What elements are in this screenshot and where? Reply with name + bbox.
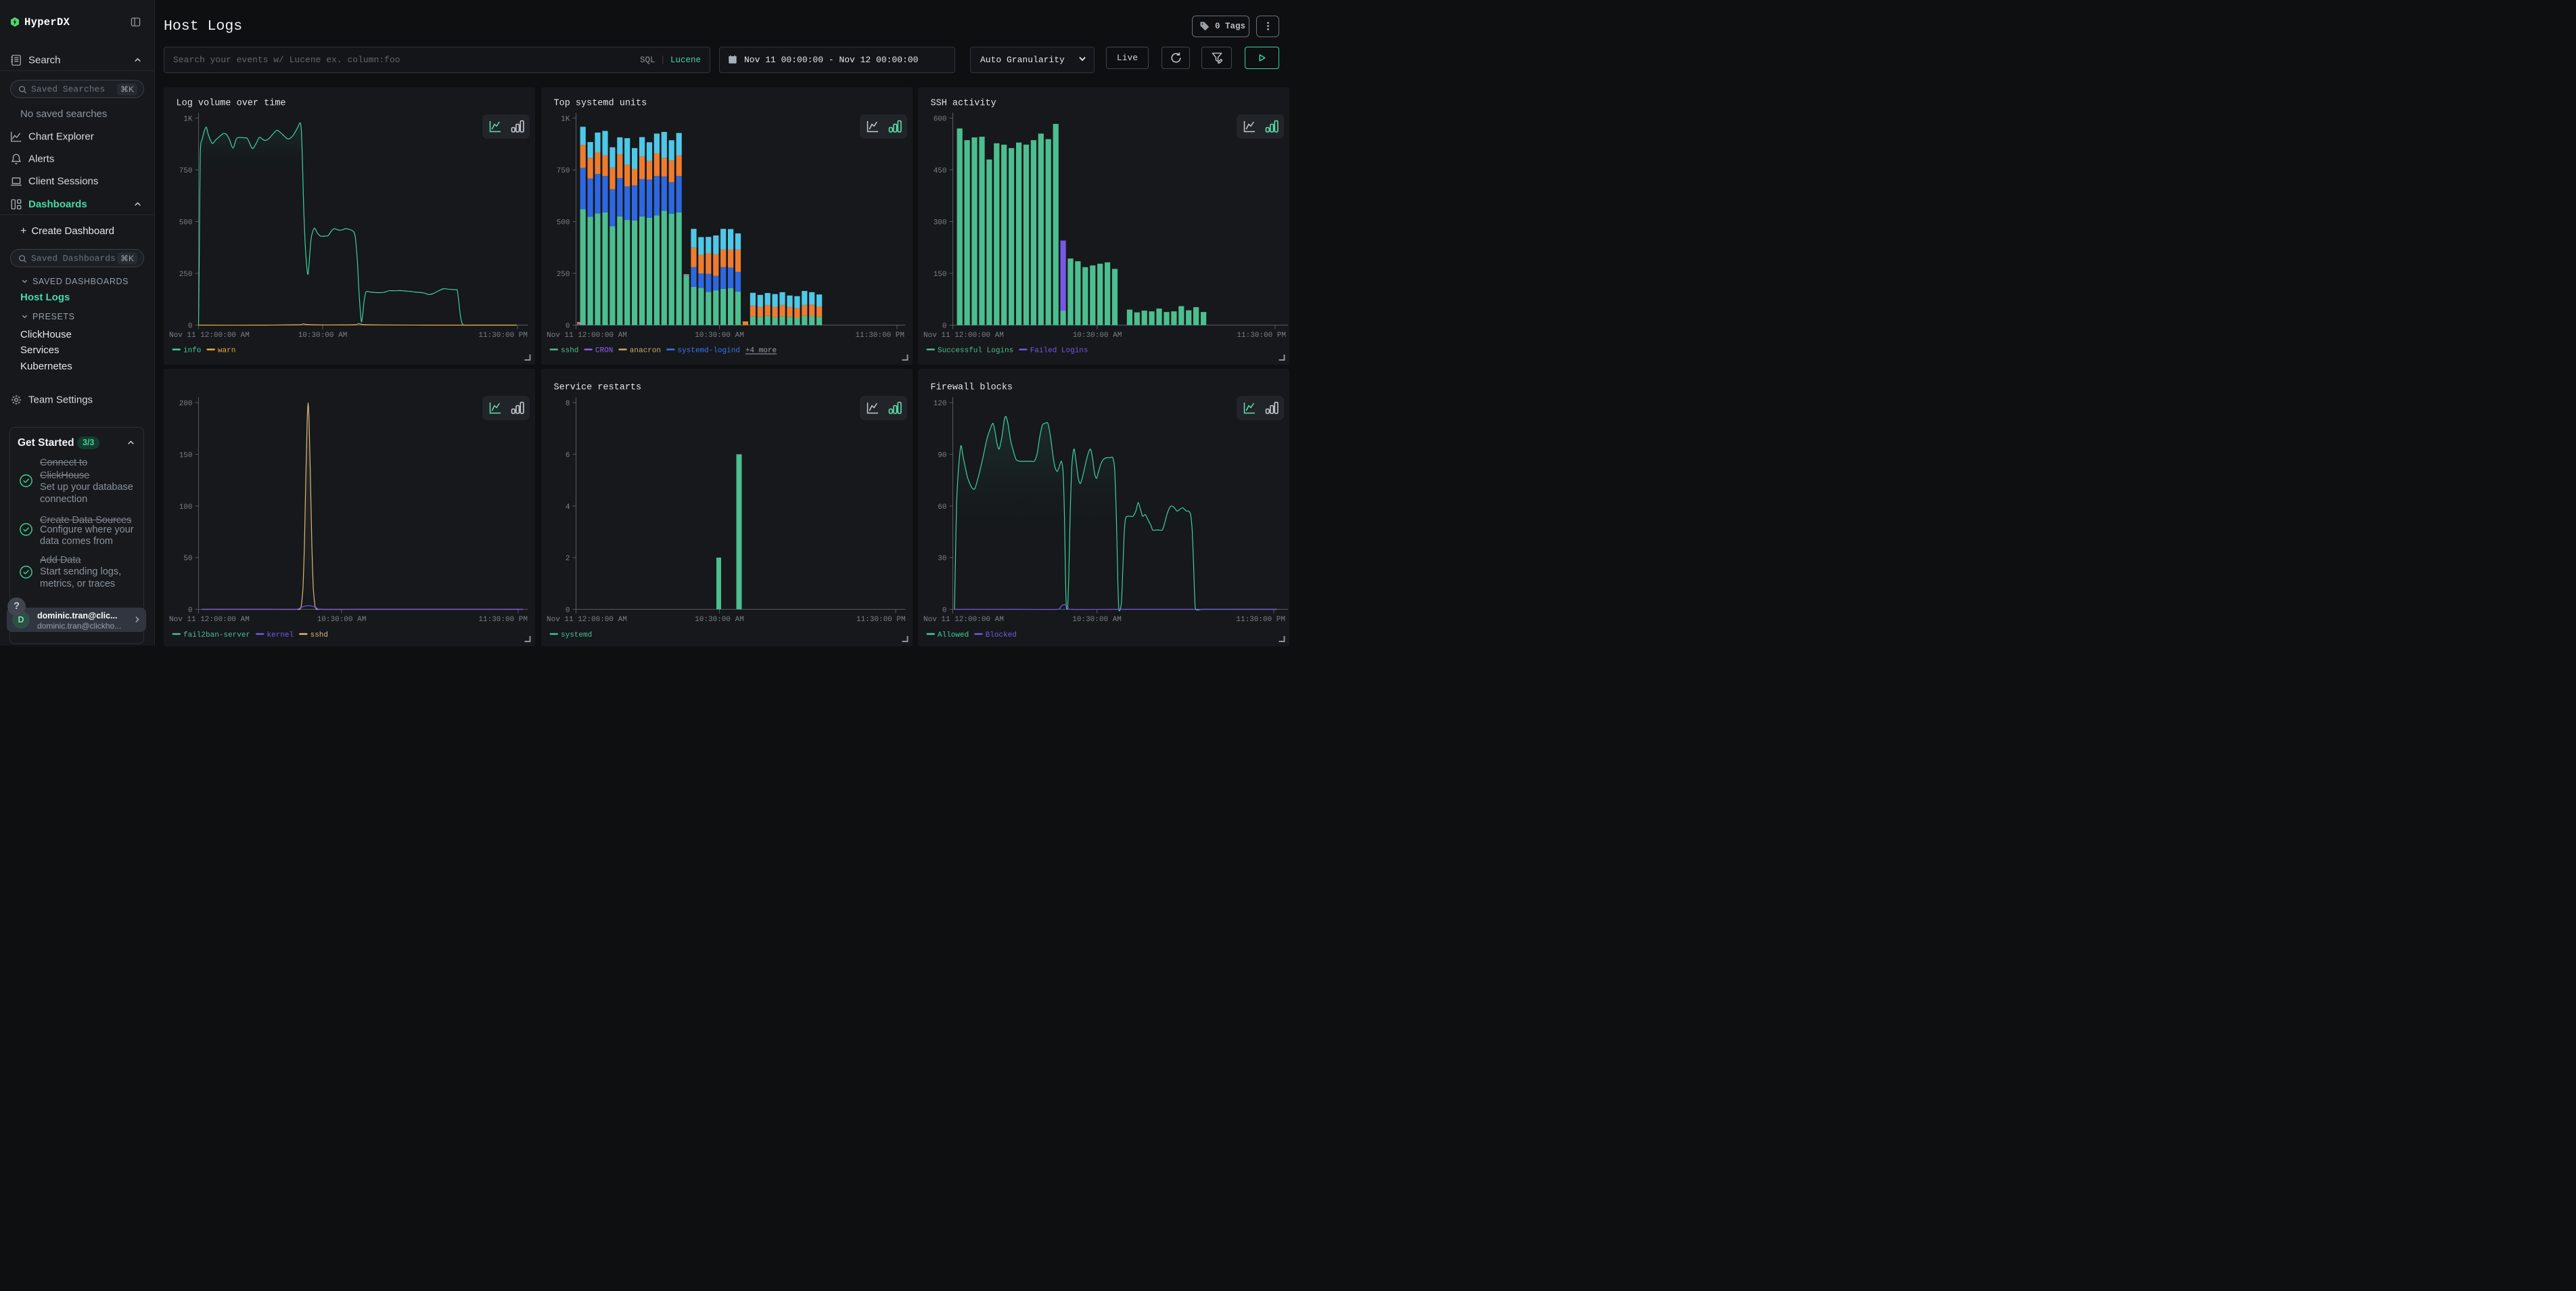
svg-text:150: 150: [934, 271, 947, 279]
svg-text:120: 120: [934, 400, 947, 408]
svg-text:250: 250: [179, 271, 193, 279]
svg-text:2: 2: [566, 555, 570, 563]
svg-text:CRON: CRON: [595, 347, 613, 355]
svg-text:Nov 11 12:00:00 AM: Nov 11 12:00:00 AM: [923, 616, 1004, 624]
svg-text:11:30:00 PM: 11:30:00 PM: [1236, 616, 1285, 624]
svg-text:500: 500: [557, 219, 570, 227]
svg-text:10:30:00 AM: 10:30:00 AM: [695, 616, 744, 624]
svg-text:Nov 11 12:00:00 AM: Nov 11 12:00:00 AM: [547, 616, 627, 624]
svg-text:250: 250: [557, 271, 570, 279]
svg-text:kernel: kernel: [267, 631, 294, 639]
svg-text:SSH activity: SSH activity: [931, 99, 996, 109]
svg-text:11:30:00 PM: 11:30:00 PM: [478, 616, 528, 624]
svg-text:600: 600: [934, 116, 947, 124]
svg-text:10:30:00 AM: 10:30:00 AM: [317, 616, 367, 624]
svg-text:Successful Logins: Successful Logins: [938, 347, 1013, 355]
svg-text:Allowed: Allowed: [938, 631, 969, 639]
svg-text:8: 8: [566, 400, 570, 408]
svg-text:sshd: sshd: [310, 631, 328, 639]
svg-text:warn: warn: [218, 347, 235, 355]
svg-text:750: 750: [179, 167, 193, 175]
svg-text:systemd: systemd: [561, 631, 592, 639]
svg-text:anacron: anacron: [630, 347, 661, 355]
svg-text:Firewall blocks: Firewall blocks: [931, 383, 1013, 393]
svg-text:300: 300: [934, 219, 947, 227]
svg-text:11:30:00 PM: 11:30:00 PM: [856, 616, 906, 624]
svg-text:info: info: [183, 347, 201, 355]
svg-text:0: 0: [942, 323, 947, 331]
svg-text:500: 500: [179, 219, 193, 227]
svg-text:Top systemd units: Top systemd units: [554, 99, 647, 109]
svg-text:100: 100: [179, 503, 193, 512]
svg-text:11:30:00 PM: 11:30:00 PM: [1237, 332, 1286, 340]
svg-text:10:30:00 AM: 10:30:00 AM: [695, 332, 744, 340]
svg-text:Failed Logins: Failed Logins: [1030, 347, 1088, 355]
svg-text:150: 150: [179, 451, 193, 459]
svg-text:Blocked: Blocked: [986, 631, 1017, 639]
svg-text:30: 30: [938, 555, 946, 563]
svg-text:0: 0: [188, 323, 193, 331]
svg-text:90: 90: [938, 451, 946, 459]
svg-text:fail2ban-server: fail2ban-server: [183, 631, 250, 639]
svg-text:10:30:00 AM: 10:30:00 AM: [1072, 616, 1122, 624]
svg-text:Nov 11 12:00:00 AM: Nov 11 12:00:00 AM: [923, 332, 1004, 340]
svg-text:6: 6: [566, 451, 570, 459]
svg-text:Log volume over time: Log volume over time: [177, 99, 286, 109]
svg-text:Nov 11 12:00:00 AM: Nov 11 12:00:00 AM: [547, 332, 627, 340]
svg-text:0: 0: [942, 607, 947, 615]
svg-text:750: 750: [557, 167, 570, 175]
svg-text:11:30:00 PM: 11:30:00 PM: [855, 332, 904, 340]
svg-text:0: 0: [566, 607, 570, 615]
svg-text:50: 50: [183, 555, 192, 563]
svg-text:10:30:00 AM: 10:30:00 AM: [1073, 332, 1122, 340]
svg-text:Nov 11 12:00:00 AM: Nov 11 12:00:00 AM: [169, 332, 250, 340]
svg-text:200: 200: [179, 400, 193, 408]
svg-text:10:30:00 AM: 10:30:00 AM: [298, 332, 348, 340]
svg-text:60: 60: [938, 503, 946, 512]
svg-text:11:30:00 PM: 11:30:00 PM: [478, 332, 528, 340]
svg-text:Nov 11 12:00:00 AM: Nov 11 12:00:00 AM: [169, 616, 250, 624]
svg-text:4: 4: [566, 503, 570, 512]
svg-text:systemd-logind: systemd-logind: [678, 347, 740, 355]
svg-text:450: 450: [934, 167, 947, 175]
svg-text:1K: 1K: [183, 116, 193, 124]
svg-text:1K: 1K: [561, 116, 570, 124]
svg-text:sshd: sshd: [561, 347, 578, 355]
svg-text:0: 0: [566, 323, 570, 331]
svg-text:0: 0: [188, 607, 193, 615]
svg-text:Service restarts: Service restarts: [554, 383, 642, 393]
